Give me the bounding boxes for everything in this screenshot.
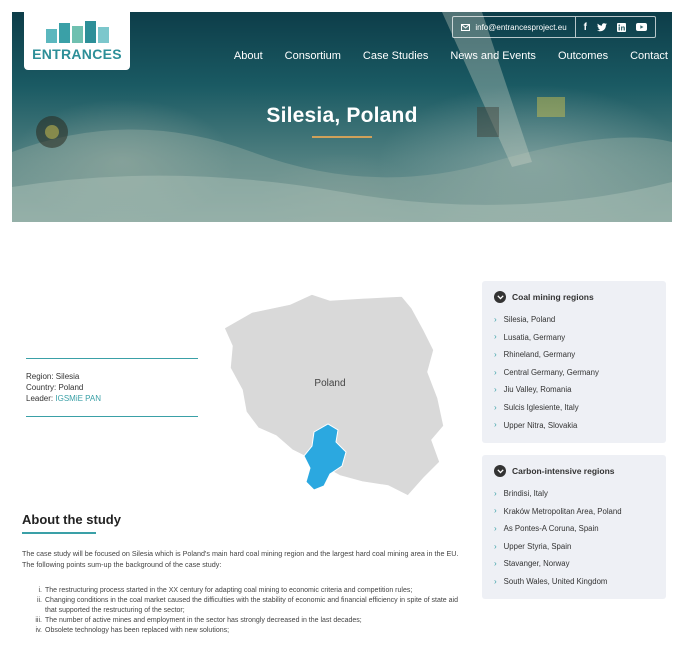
about-paragraph: The case study will be focused on Silesi… (22, 549, 459, 569)
chevron-down-icon (494, 291, 506, 303)
map-label: Poland (314, 378, 345, 389)
nav-case-studies[interactable]: Case Studies (363, 50, 428, 62)
chevron-right-icon: › (494, 559, 497, 569)
chevron-right-icon: › (494, 506, 497, 516)
youtube-icon[interactable] (636, 23, 647, 31)
about-heading-underline (22, 532, 96, 534)
region-text: Region: Silesia (26, 372, 80, 381)
list-item[interactable]: › As Pontes-A Coruna, Spain (494, 520, 654, 538)
chevron-right-icon: › (494, 523, 497, 533)
list-item[interactable]: › Kraków Metropolitan Area, Poland (494, 503, 654, 521)
chevron-right-icon: › (494, 488, 497, 498)
main-navigation: About Consortium Case Studies News and E… (234, 50, 668, 62)
twitter-icon[interactable] (597, 22, 607, 32)
chevron-right-icon: › (494, 314, 497, 324)
title-underline (312, 136, 372, 138)
nav-outcomes[interactable]: Outcomes (558, 50, 608, 62)
hero-banner: ENTRANCES info@entrancesproject.eu f Abo… (12, 12, 672, 222)
nav-contact[interactable]: Contact (630, 50, 668, 62)
nav-consortium[interactable]: Consortium (285, 50, 341, 62)
nav-about[interactable]: About (234, 50, 263, 62)
entrances-logo[interactable]: ENTRANCES (24, 12, 130, 70)
chevron-right-icon: › (494, 385, 497, 395)
list-item[interactable]: › Upper Nitra, Slovakia (494, 417, 654, 435)
chevron-right-icon: › (494, 402, 497, 412)
list-item[interactable]: › South Wales, United Kingdom (494, 573, 654, 591)
list-item[interactable]: › Silesia, Poland (494, 311, 654, 329)
chevron-right-icon: › (494, 420, 497, 430)
coal-regions-list: › Silesia, Poland › Lusatia, Germany › Rhin… (494, 311, 654, 434)
coal-mining-regions-card: Coal mining regions › Silesia, Poland › Lu… (482, 281, 666, 443)
leader-row: Leader: IGSMiE PAN (26, 393, 198, 404)
list-item[interactable]: › Central Germany, Germany (494, 364, 654, 382)
coal-mining-regions-toggle[interactable]: Coal mining regions (494, 291, 654, 303)
social-links: f (576, 17, 655, 37)
facebook-icon[interactable]: f (584, 22, 587, 33)
email-text: info@entrancesproject.eu (475, 22, 567, 32)
card-title: Carbon-intensive regions (512, 466, 615, 476)
chevron-right-icon: › (494, 541, 497, 551)
chevron-right-icon: › (494, 367, 497, 377)
about-points-list: i. The restructuring process started in t… (30, 586, 466, 636)
nav-news-and-events[interactable]: News and Events (450, 50, 536, 62)
list-item[interactable]: › Upper Styria, Spain (494, 538, 654, 556)
list-item[interactable]: › Sulcis Iglesiente, Italy (494, 399, 654, 417)
case-study-info: Region: Silesia Country: Poland Leader: … (26, 358, 198, 417)
leader-link[interactable]: IGSMiE PAN (55, 394, 101, 403)
chevron-down-icon (494, 465, 506, 477)
list-item: iii. The number of active mines and emplo… (35, 617, 362, 624)
mail-icon (461, 23, 471, 31)
logo-text: ENTRANCES (32, 45, 122, 62)
list-item[interactable]: › Brindisi, Italy (494, 485, 654, 503)
poland-map: Poland (223, 293, 445, 497)
chevron-right-icon: › (494, 576, 497, 586)
list-item: iv. Obsolete technology has been replaced… (35, 627, 230, 634)
list-item[interactable]: › Rhineland, Germany (494, 346, 654, 364)
country-text: Country: Poland (26, 383, 84, 392)
card-title: Coal mining regions (512, 292, 594, 302)
list-item[interactable]: › Stavanger, Norway (494, 555, 654, 573)
carbon-intensive-regions-toggle[interactable]: Carbon-intensive regions (494, 465, 654, 477)
list-item[interactable]: › Jiu Valley, Romania (494, 381, 654, 399)
leader-label: Leader: (26, 394, 54, 403)
linkedin-icon[interactable] (617, 22, 626, 32)
page-title: Silesia, Poland (266, 104, 418, 127)
about-heading: About the study (22, 512, 121, 527)
list-item[interactable]: › Lusatia, Germany (494, 329, 654, 347)
list-item: i. The restructuring process started in t… (38, 587, 413, 594)
chevron-right-icon: › (494, 332, 497, 342)
top-contact-bar: info@entrancesproject.eu f (452, 16, 656, 38)
logo-buildings-icon (45, 20, 109, 43)
chevron-right-icon: › (494, 349, 497, 359)
list-item: ii. Changing conditions in the coal marke… (36, 597, 458, 614)
email-link[interactable]: info@entrancesproject.eu (453, 17, 576, 37)
carbon-regions-list: › Brindisi, Italy › Kraków Metropolitan Ar… (494, 485, 654, 591)
carbon-intensive-regions-card: Carbon-intensive regions › Brindisi, Ital… (482, 455, 666, 599)
